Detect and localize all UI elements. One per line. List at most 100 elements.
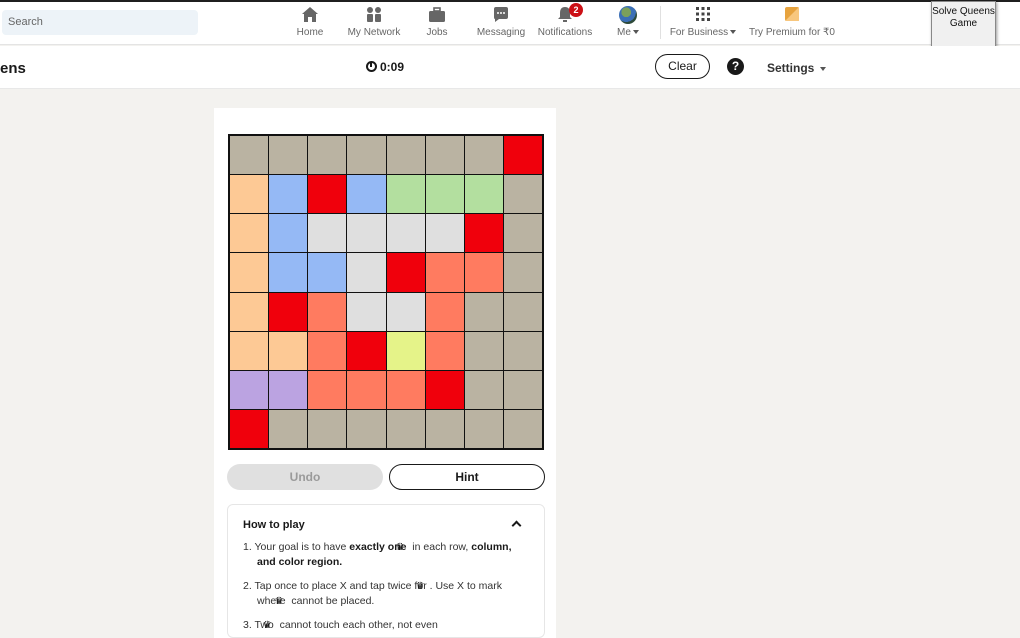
rule-1: 1. Your goal is to have exactly one ♛ in… bbox=[243, 541, 512, 568]
nav-me[interactable]: Me bbox=[595, 6, 661, 40]
board-cell[interactable] bbox=[464, 214, 503, 253]
board-cell[interactable] bbox=[269, 214, 308, 253]
chevron-down-icon bbox=[632, 30, 639, 35]
board-cell[interactable] bbox=[503, 370, 542, 409]
nav-jobs[interactable]: Jobs bbox=[404, 6, 470, 40]
board-cell[interactable] bbox=[230, 214, 269, 253]
bell-icon: 2 bbox=[532, 3, 598, 24]
board-cell[interactable] bbox=[386, 409, 425, 448]
solve-queens-extension-button[interactable]: Solve Queens Game bbox=[931, 1, 996, 47]
board-cell[interactable] bbox=[386, 331, 425, 370]
board-cell[interactable] bbox=[347, 253, 386, 292]
board-cell[interactable] bbox=[425, 409, 464, 448]
board-cell[interactable] bbox=[386, 253, 425, 292]
board-cell[interactable] bbox=[386, 136, 425, 175]
board-cell[interactable] bbox=[347, 331, 386, 370]
undo-button[interactable]: Undo bbox=[227, 464, 383, 490]
chevron-down-icon bbox=[819, 66, 826, 71]
board-cell[interactable] bbox=[347, 292, 386, 331]
board-cell[interactable] bbox=[230, 136, 269, 175]
rule-2: 2. Tap once to place X and tap twice for… bbox=[243, 580, 502, 607]
board-cell[interactable] bbox=[503, 214, 542, 253]
board-cell[interactable] bbox=[269, 409, 308, 448]
board-cell[interactable] bbox=[503, 253, 542, 292]
board-cell[interactable] bbox=[269, 331, 308, 370]
board-cell[interactable] bbox=[464, 175, 503, 214]
board-cell[interactable] bbox=[230, 175, 269, 214]
game-panel: Undo Hint How to play 1. Your goal is to… bbox=[214, 108, 556, 638]
board-cell[interactable] bbox=[464, 253, 503, 292]
window-top-border bbox=[0, 0, 1020, 2]
board-cell[interactable] bbox=[503, 409, 542, 448]
nav-notifications[interactable]: 2 Notifications bbox=[532, 3, 598, 40]
board-cell[interactable] bbox=[230, 409, 269, 448]
board-cell[interactable] bbox=[230, 331, 269, 370]
board-cell[interactable] bbox=[347, 409, 386, 448]
board-cell[interactable] bbox=[503, 292, 542, 331]
message-icon bbox=[468, 6, 534, 24]
board-cell[interactable] bbox=[230, 370, 269, 409]
nav-notifications-label: Notifications bbox=[537, 27, 593, 38]
board-cell[interactable] bbox=[464, 331, 503, 370]
board-cell[interactable] bbox=[464, 409, 503, 448]
board-cell[interactable] bbox=[230, 292, 269, 331]
board-cell[interactable] bbox=[269, 292, 308, 331]
board-cell[interactable] bbox=[464, 292, 503, 331]
board-cell[interactable] bbox=[347, 214, 386, 253]
board-cell[interactable] bbox=[464, 136, 503, 175]
board-cell[interactable] bbox=[386, 214, 425, 253]
search-input[interactable]: Search bbox=[2, 10, 198, 35]
rule-3: 3. Two ♛ cannot touch each other, not ev… bbox=[243, 619, 438, 631]
board-cell[interactable] bbox=[425, 253, 464, 292]
board-cell[interactable] bbox=[503, 136, 542, 175]
nav-jobs-label: Jobs bbox=[426, 27, 448, 38]
board-cell[interactable] bbox=[386, 175, 425, 214]
board-cell[interactable] bbox=[425, 214, 464, 253]
board-cell[interactable] bbox=[347, 175, 386, 214]
board-cell[interactable] bbox=[425, 370, 464, 409]
nav-for-business[interactable]: For Business bbox=[668, 6, 738, 40]
board-cell[interactable] bbox=[269, 136, 308, 175]
board-cell[interactable] bbox=[347, 136, 386, 175]
page-title: ens bbox=[0, 60, 26, 77]
nav-try-premium[interactable]: Try Premium for ₹0 bbox=[748, 6, 836, 40]
board-cell[interactable] bbox=[503, 331, 542, 370]
board-cell[interactable] bbox=[308, 214, 347, 253]
board-cell[interactable] bbox=[386, 370, 425, 409]
hint-button[interactable]: Hint bbox=[389, 464, 545, 490]
board-cell[interactable] bbox=[308, 331, 347, 370]
nav-my-network[interactable]: My Network bbox=[341, 6, 407, 40]
help-icon[interactable]: ? bbox=[727, 58, 744, 75]
avatar bbox=[595, 6, 661, 24]
board-cell[interactable] bbox=[308, 136, 347, 175]
premium-icon bbox=[748, 6, 836, 24]
board-cell[interactable] bbox=[230, 253, 269, 292]
board-cell[interactable] bbox=[269, 253, 308, 292]
board-cell[interactable] bbox=[425, 175, 464, 214]
settings-label: Settings bbox=[767, 61, 815, 75]
nav-messaging[interactable]: Messaging bbox=[468, 6, 534, 40]
nav-home-label: Home bbox=[296, 27, 324, 38]
board-cell[interactable] bbox=[425, 136, 464, 175]
nav-home[interactable]: Home bbox=[277, 6, 343, 40]
board-cell[interactable] bbox=[503, 175, 542, 214]
timer-value: 0:09 bbox=[380, 60, 405, 74]
clear-button[interactable]: Clear bbox=[655, 54, 710, 79]
board-cell[interactable] bbox=[308, 292, 347, 331]
how-to-play-panel: How to play 1. Your goal is to have exac… bbox=[227, 504, 545, 638]
board-cell[interactable] bbox=[269, 175, 308, 214]
network-icon bbox=[341, 6, 407, 24]
board-cell[interactable] bbox=[269, 370, 308, 409]
nav-for-business-label: For Business bbox=[669, 27, 729, 38]
board-cell[interactable] bbox=[347, 370, 386, 409]
board-cell[interactable] bbox=[308, 175, 347, 214]
board-cell[interactable] bbox=[464, 370, 503, 409]
nav-divider bbox=[660, 6, 661, 39]
board-cell[interactable] bbox=[386, 292, 425, 331]
settings-button[interactable]: Settings bbox=[767, 61, 826, 75]
board-cell[interactable] bbox=[308, 253, 347, 292]
board-cell[interactable] bbox=[425, 292, 464, 331]
board-cell[interactable] bbox=[308, 409, 347, 448]
board-cell[interactable] bbox=[308, 370, 347, 409]
board-cell[interactable] bbox=[425, 331, 464, 370]
